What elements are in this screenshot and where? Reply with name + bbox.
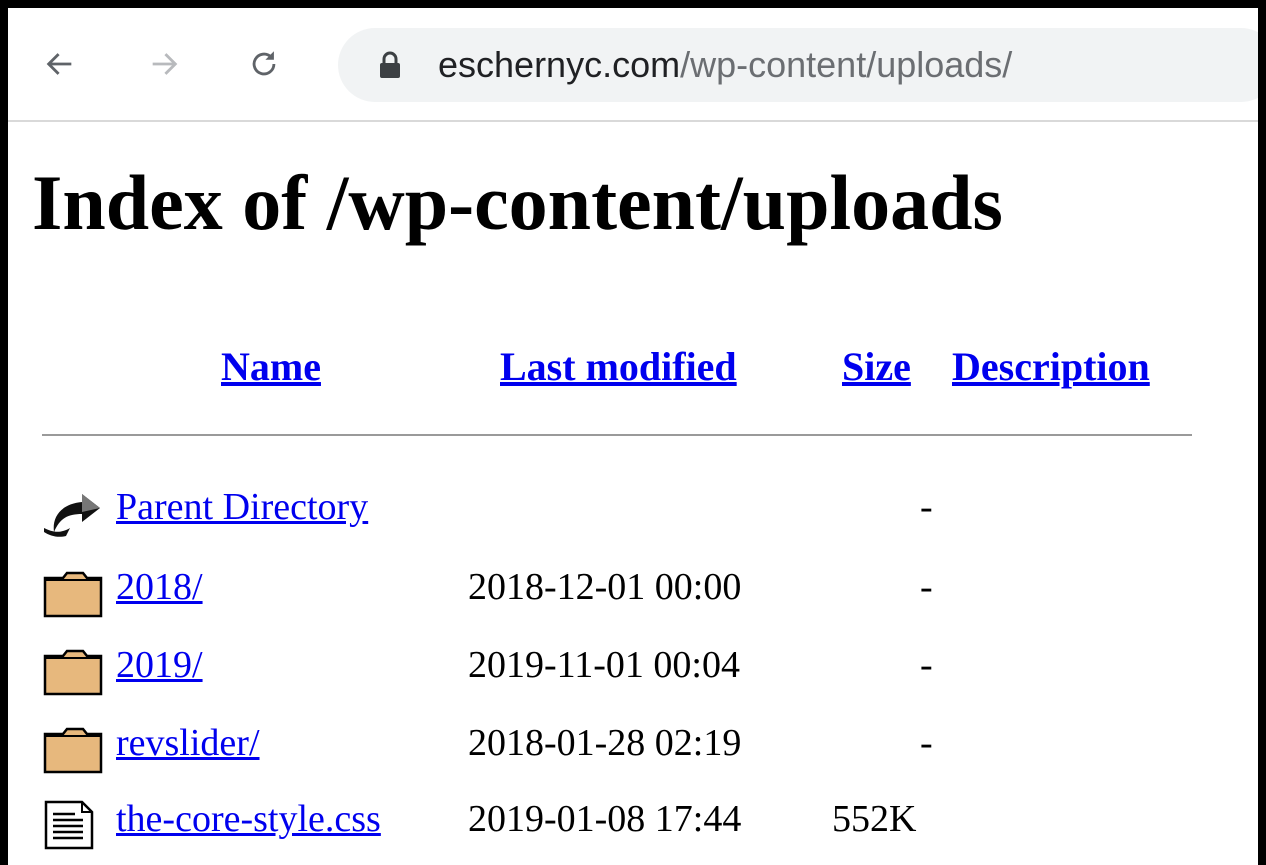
header-divider xyxy=(42,434,1192,436)
row-name-link[interactable]: revslider/ xyxy=(116,720,260,766)
row-size: - xyxy=(920,566,933,608)
text-file-icon xyxy=(44,800,94,850)
back-arrow-icon xyxy=(44,494,100,537)
row-modified: 2019-01-08 17:44 xyxy=(468,798,742,840)
folder-icon xyxy=(43,649,103,696)
url-text: eschernyc.com/wp-content/uploads/ xyxy=(438,44,1012,86)
row-modified: 2018-01-28 02:19 xyxy=(468,722,742,764)
lock-icon xyxy=(380,51,400,78)
column-header-size[interactable]: Size xyxy=(842,344,911,390)
reload-button[interactable] xyxy=(236,36,292,92)
row-name-link[interactable]: 2019/ xyxy=(116,642,203,688)
row-name-link[interactable]: Parent Directory xyxy=(116,484,368,530)
row-name-link[interactable]: the-core-style.css xyxy=(116,796,381,842)
back-button[interactable] xyxy=(32,36,88,92)
browser-toolbar: eschernyc.com/wp-content/uploads/ xyxy=(8,8,1258,122)
url-path: /wp-content/uploads/ xyxy=(680,44,1013,85)
row-size: - xyxy=(920,644,933,686)
row-modified: 2019-11-01 00:04 xyxy=(468,644,740,686)
address-bar[interactable]: eschernyc.com/wp-content/uploads/ xyxy=(338,28,1258,102)
table-row: revslider/ 2018-01-28 02:19 - xyxy=(8,718,1258,778)
reload-icon xyxy=(252,51,276,76)
row-size: 552K xyxy=(832,798,917,840)
arrow-left-icon xyxy=(46,53,72,75)
arrow-right-icon xyxy=(152,53,178,75)
column-header-name[interactable]: Name xyxy=(221,344,321,390)
url-host: eschernyc.com xyxy=(438,44,681,85)
table-row: 2018/ 2018-12-01 00:00 - xyxy=(8,562,1258,622)
row-name-link[interactable]: 2018/ xyxy=(116,564,203,610)
column-header-last-modified[interactable]: Last modified xyxy=(500,344,737,390)
forward-button[interactable] xyxy=(136,36,192,92)
table-row: the-core-style.css 2019-01-08 17:44 552K xyxy=(8,794,1258,854)
table-row: Parent Directory - xyxy=(8,482,1258,542)
column-header-description[interactable]: Description xyxy=(952,344,1150,390)
row-size: - xyxy=(920,722,933,764)
table-row: 2019/ 2019-11-01 00:04 - xyxy=(8,640,1258,700)
browser-window: eschernyc.com/wp-content/uploads/ Index … xyxy=(8,8,1258,865)
folder-icon xyxy=(43,727,103,774)
folder-icon xyxy=(43,571,103,618)
page-title: Index of /wp-content/uploads xyxy=(32,159,1003,246)
row-size: - xyxy=(920,486,933,528)
row-modified: 2018-12-01 00:00 xyxy=(468,566,742,608)
